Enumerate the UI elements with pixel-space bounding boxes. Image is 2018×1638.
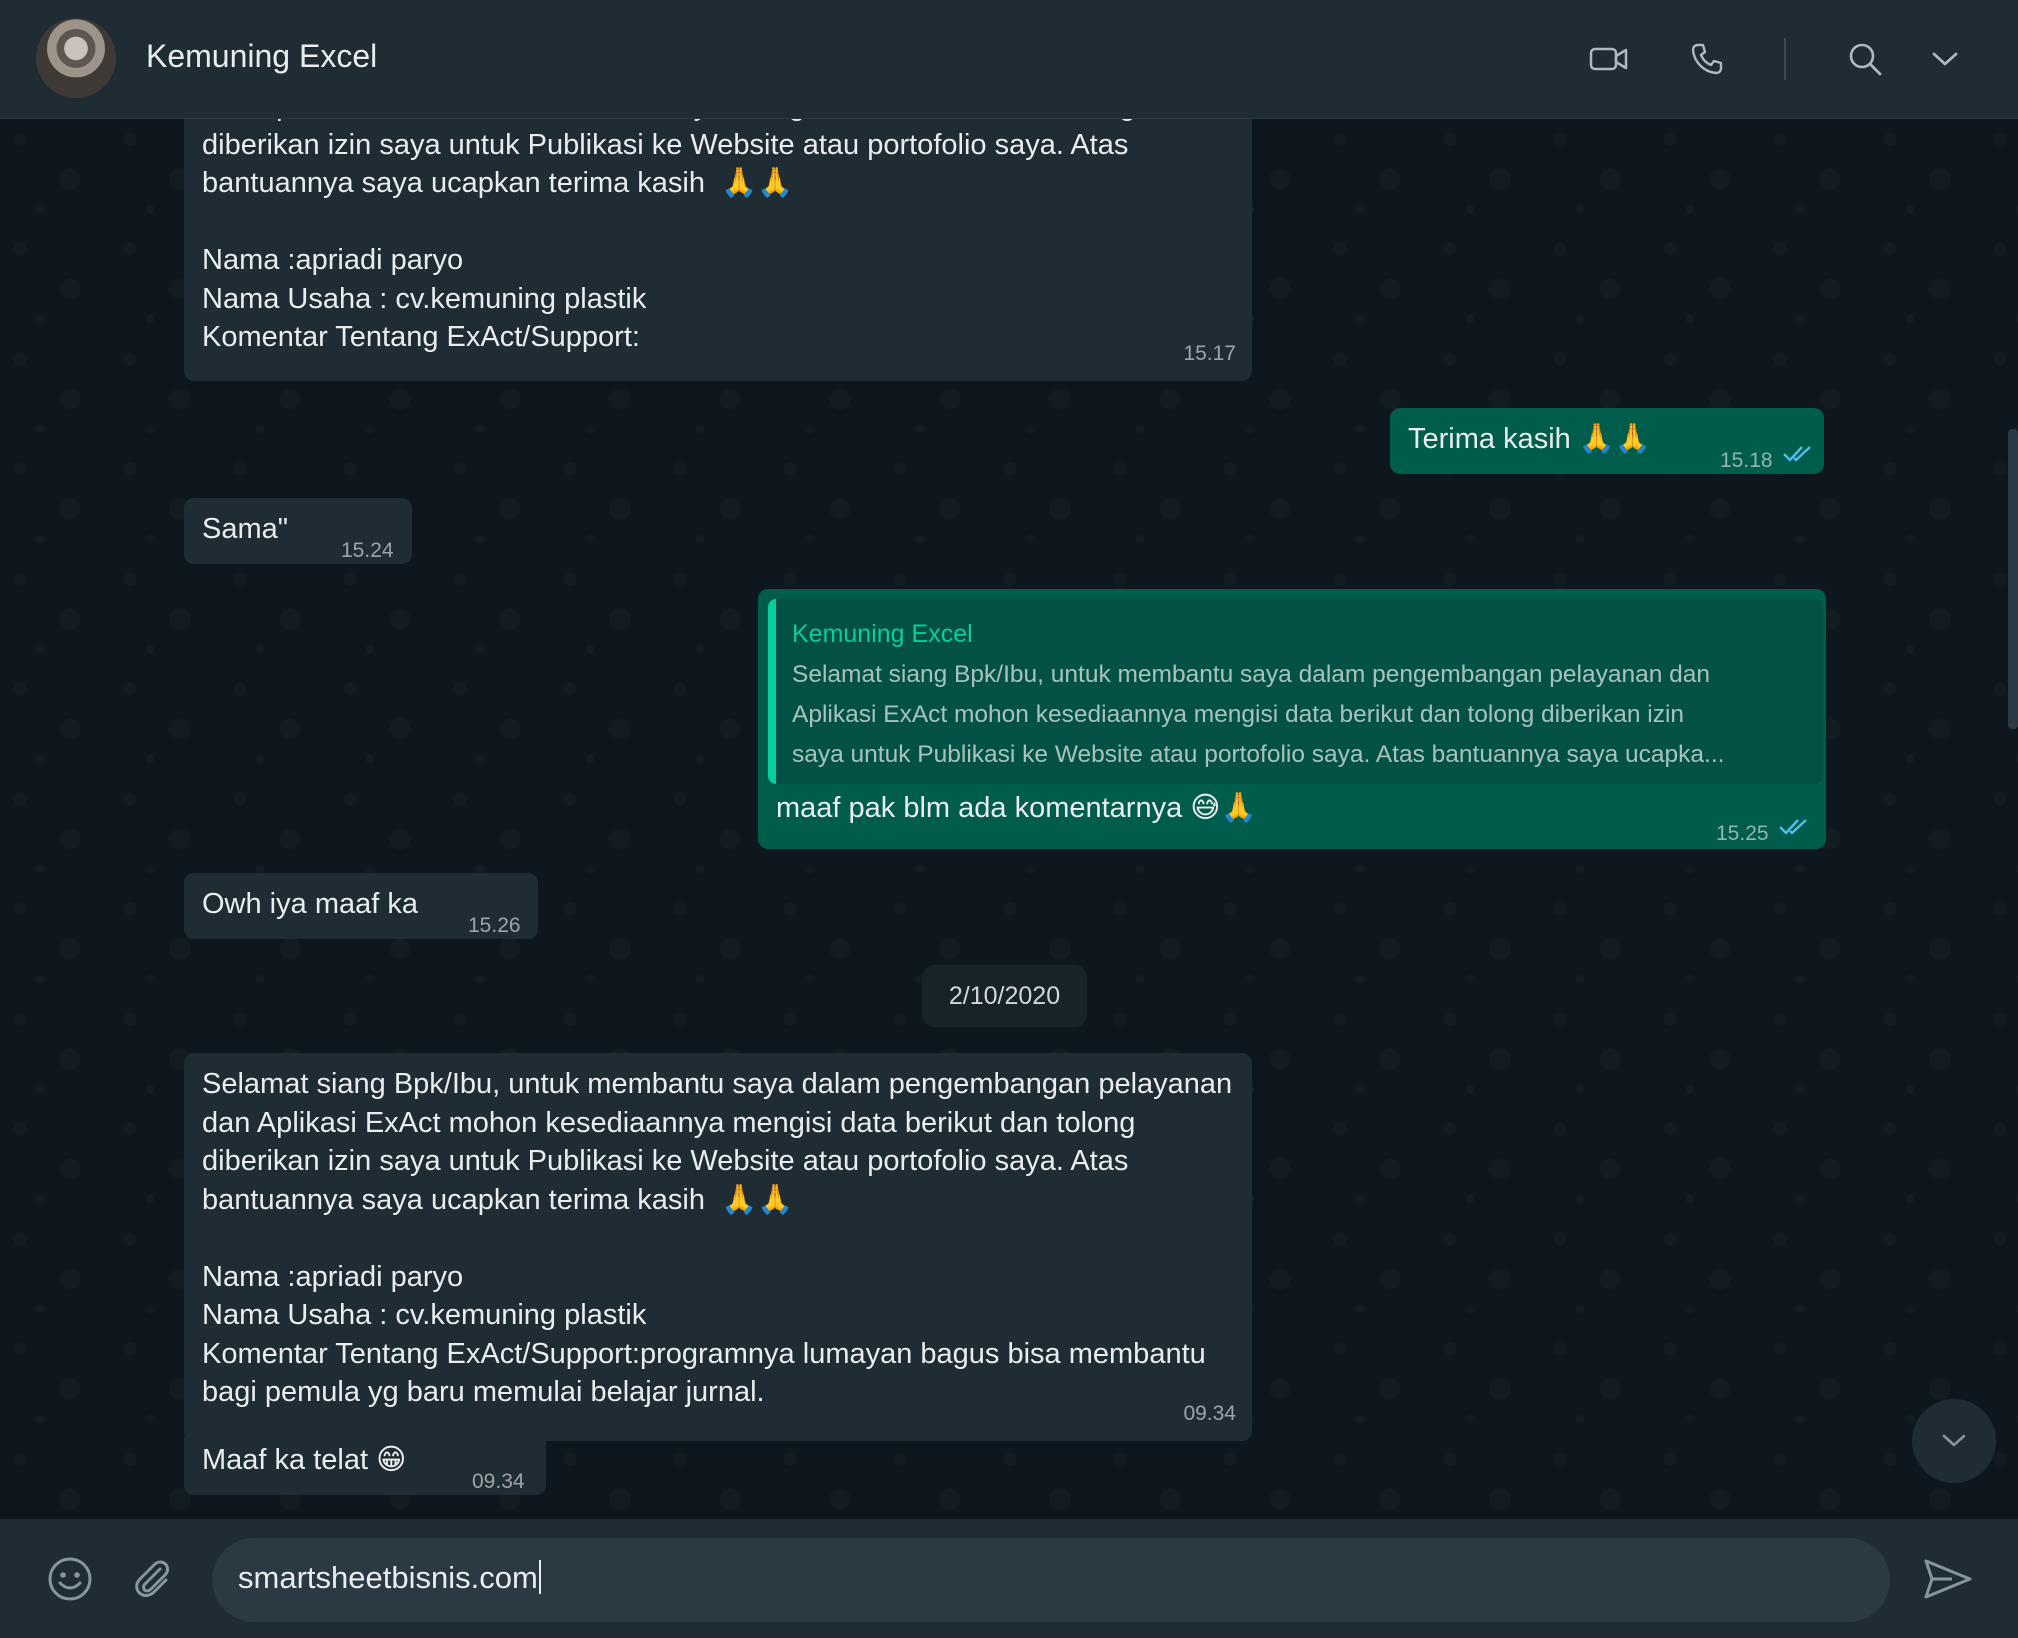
message-outgoing-reply[interactable]: Kemuning Excel Selamat siang Bpk/Ibu, un… [758,589,1826,849]
quote-author: Kemuning Excel [792,620,973,648]
read-receipt-icon [1779,819,1807,835]
emoji-icon[interactable] [42,1551,98,1607]
message-text: Owh iya maaf ka [202,888,418,920]
chat-header: Kemuning Excel [0,0,2018,119]
message-outgoing[interactable]: Terima kasih 🙏🙏 15.18 [1390,408,1824,474]
message-time: 15.18 [1720,449,1773,472]
message-input[interactable]: smartsheetbisnis.com [212,1538,1890,1622]
message-time: 15.17 [1183,341,1236,365]
chat-window: Kemuning Excel dan Aplikasi ExAct mohon … [0,0,2018,1638]
message-incoming[interactable]: Selamat siang Bpk/Ibu, untuk membantu sa… [184,1053,1252,1441]
message-incoming[interactable]: dan Aplikasi ExAct mohon kesediaannya me… [184,119,1252,381]
video-call-icon[interactable] [1586,36,1632,82]
message-input-value: smartsheetbisnis.com [238,1560,538,1595]
quoted-message[interactable]: Kemuning Excel Selamat siang Bpk/Ibu, un… [768,599,1823,784]
message-text: Terima kasih 🙏🙏 [1408,423,1652,455]
search-icon[interactable] [1842,36,1888,82]
message-incoming[interactable]: Maaf ka telat 😁 09.34 [184,1429,546,1495]
message-text: dan Aplikasi ExAct mohon kesediaannya me… [202,119,1135,353]
contact-avatar[interactable] [36,18,116,98]
message-text: Maaf ka telat 😁 [202,1444,407,1476]
read-receipt-icon [1783,446,1811,462]
message-text: maaf pak blm ada komentarnya 😅🙏 [776,792,1257,824]
header-divider [1784,38,1786,80]
message-time: 15.24 [341,539,394,562]
send-icon[interactable] [1920,1551,1976,1607]
quote-text: Selamat siang Bpk/Ibu, untuk membantu sa… [792,661,1725,768]
quote-accent-bar [768,599,776,784]
message-time: 15.26 [468,914,521,937]
date-separator: 2/10/2020 [922,965,1087,1027]
message-incoming[interactable]: Owh iya maaf ka 15.26 [184,873,538,939]
message-time: 15.25 [1716,822,1769,845]
message-incoming[interactable]: Sama" 15.24 [184,498,412,564]
message-text: Sama" [202,513,289,545]
message-input-text[interactable]: smartsheetbisnis.com [238,1560,541,1596]
message-text: Selamat siang Bpk/Ibu, untuk membantu sa… [202,1068,1233,1408]
message-time: 09.34 [1183,1401,1236,1425]
composer-bar: smartsheetbisnis.com [0,1519,2018,1638]
text-caret [538,1560,541,1594]
scroll-to-bottom-button[interactable] [1912,1399,1996,1483]
message-list[interactable]: dan Aplikasi ExAct mohon kesediaannya me… [0,119,2018,1519]
attach-icon[interactable] [124,1551,180,1607]
contact-name[interactable]: Kemuning Excel [146,38,377,75]
chevron-down-icon [1942,1434,1966,1447]
voice-call-icon[interactable] [1684,36,1730,82]
chevron-down-icon[interactable] [1922,36,1968,82]
scrollbar[interactable] [2008,429,2018,729]
message-time: 09.34 [472,1470,525,1493]
